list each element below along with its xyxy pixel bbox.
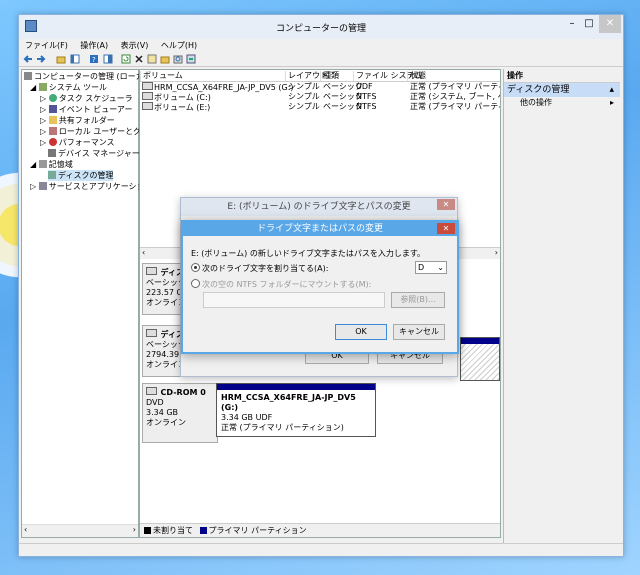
drive-letter-select[interactable]: D ⌄	[415, 261, 447, 274]
tree-root[interactable]: コンピューターの管理 (ローカル)	[24, 71, 155, 82]
col-volume[interactable]: ボリューム	[140, 71, 183, 81]
actions-pane: 操作 ディスクの管理 ▴ 他の操作 ▸	[503, 69, 620, 556]
help-icon[interactable]: ?	[89, 54, 99, 64]
volume-row[interactable]: HRM_CCSA_X64FRE_JA-JP_DV5 (G:) シンプル ベーシッ…	[140, 82, 500, 92]
partition-bar	[461, 338, 499, 344]
scroll-right-icon[interactable]: ›	[133, 525, 136, 534]
services-icon	[38, 182, 47, 190]
col-status[interactable]: 状態	[407, 71, 426, 81]
radio-selected[interactable]	[191, 263, 200, 272]
open-folder-icon[interactable]	[160, 54, 170, 64]
assign-letter-option[interactable]: 次のドライブ文字を割り当てる(A):	[191, 263, 328, 274]
tree-performance[interactable]: ▷ パフォーマンス	[40, 137, 115, 148]
menu-file[interactable]: ファイル(F)	[25, 39, 68, 52]
tree-device-manager[interactable]: デバイス マネージャー	[48, 148, 140, 159]
close-button[interactable]: ✕	[599, 15, 621, 33]
search-disk-icon[interactable]	[173, 54, 183, 64]
tools-icon	[38, 83, 47, 91]
maximize-button[interactable]: □	[581, 15, 597, 33]
users-icon	[48, 127, 57, 135]
back-arrow-icon[interactable]	[23, 54, 33, 64]
event-log-icon	[48, 105, 57, 113]
forward-arrow-icon[interactable]	[36, 54, 46, 64]
title-bar[interactable]: コンピューターの管理 – □ ✕	[19, 15, 623, 39]
properties-icon[interactable]	[147, 54, 157, 64]
cdrom-icon	[146, 387, 157, 395]
performance-icon	[48, 138, 57, 146]
partition-g[interactable]: HRM_CCSA_X64FRE_JA-JP_DV5 (G:) 3.34 GB U…	[216, 383, 376, 437]
dialog-title[interactable]: E: (ボリューム) のドライブ文字とパスの変更	[181, 198, 457, 216]
dialog-instruction: E: (ボリューム) の新しいドライブ文字またはパスを入力します。	[191, 249, 426, 258]
dialog-title[interactable]: ドライブ文字またはパスの変更	[183, 222, 457, 236]
cdrom-0-info[interactable]: CD-ROM 0 DVD 3.34 GB オンライン	[142, 383, 218, 443]
volume-icon	[142, 102, 153, 110]
tree-services-apps[interactable]: ▷ サービスとアプリケーション	[30, 181, 153, 192]
chevron-right-icon: ▸	[609, 98, 614, 107]
menu-action[interactable]: 操作(A)	[80, 39, 108, 52]
dialog-close-button[interactable]: ✕	[437, 199, 455, 210]
mount-folder-option[interactable]: 次の空の NTFS フォルダーにマウントする(M):	[191, 279, 371, 290]
console-tree: コンピューターの管理 (ローカル) ◢ システム ツール ▷ タスク スケジュー…	[21, 69, 165, 538]
radio-unselected[interactable]	[191, 279, 200, 288]
refresh-icon[interactable]	[121, 54, 131, 64]
up-folder-icon[interactable]	[56, 54, 66, 64]
scroll-left-icon[interactable]: ‹	[24, 525, 27, 534]
tree-event-viewer[interactable]: ▷ イベント ビューアー	[40, 104, 132, 115]
scroll-right-icon[interactable]: ›	[495, 248, 498, 257]
chevron-down-icon: ⌄	[437, 263, 444, 272]
folder-path-input[interactable]	[203, 292, 385, 308]
shared-folder-icon	[48, 116, 57, 124]
computer-icon	[24, 72, 32, 80]
disk-icon	[146, 329, 157, 337]
tree-horizontal-scrollbar[interactable]: ‹ ›	[22, 524, 138, 537]
disk-icon	[146, 267, 157, 275]
disk-props-icon[interactable]	[186, 54, 196, 64]
partition-e-hatched[interactable]	[460, 337, 500, 381]
menu-view[interactable]: 表示(V)	[121, 39, 149, 52]
actions-header: 操作	[504, 69, 620, 83]
unallocated-swatch	[144, 527, 151, 534]
tree-storage[interactable]: ◢ 記憶域	[30, 159, 73, 170]
disk-management-icon	[48, 171, 56, 179]
storage-icon	[38, 160, 47, 168]
menu-bar: ファイル(F) 操作(A) 表示(V) ヘルプ(H)	[19, 39, 623, 52]
status-bar	[19, 543, 623, 556]
collapse-icon[interactable]: ▴	[609, 83, 614, 97]
disk-legend: 未割り当て プライマリ パーティション	[140, 523, 500, 537]
device-manager-icon	[48, 149, 56, 157]
actions-other[interactable]: 他の操作 ▸	[504, 97, 620, 109]
delete-icon[interactable]	[134, 54, 144, 64]
volume-row[interactable]: ボリューム (C:) シンプル ベーシック NTFS 正常 (システム, ブート…	[140, 92, 500, 102]
volume-row[interactable]: ボリューム (E:) シンプル ベーシック NTFS 正常 (プライマリ パーテ…	[140, 102, 500, 112]
primary-swatch	[199, 527, 207, 534]
toolbar: ?	[19, 52, 623, 67]
scroll-left-icon[interactable]: ‹	[142, 248, 145, 257]
minimize-button[interactable]: –	[563, 15, 581, 33]
svg-text:?: ?	[92, 56, 96, 64]
tree-disk-management[interactable]: ディスクの管理	[48, 170, 114, 181]
console-tree-icon[interactable]	[70, 54, 80, 64]
tree-task-scheduler[interactable]: ▷ タスク スケジューラ	[40, 93, 133, 104]
col-type[interactable]: 種類	[320, 71, 339, 81]
ok-button[interactable]: OK	[335, 324, 387, 340]
window-title: コンピューターの管理	[275, 24, 366, 34]
show-pane-icon[interactable]	[103, 54, 113, 64]
clock-icon	[48, 94, 57, 102]
change-drive-letter-or-path-dialog: ドライブ文字またはパスの変更 ✕ E: (ボリューム) の新しいドライブ文字また…	[181, 220, 459, 354]
cancel-button[interactable]: キャンセル	[393, 324, 445, 340]
volume-icon	[142, 92, 153, 100]
dialog-close-button[interactable]: ✕	[437, 223, 455, 234]
menu-help[interactable]: ヘルプ(H)	[161, 39, 197, 52]
browse-button[interactable]: 参照(B)...	[391, 292, 445, 308]
volume-list-header: ボリューム レイアウト 種類 ファイル システム 状態	[140, 70, 500, 82]
actions-section-disk-management[interactable]: ディスクの管理 ▴	[504, 83, 620, 97]
tree-system-tools[interactable]: ◢ システム ツール	[30, 82, 107, 93]
volume-icon	[142, 82, 153, 90]
tree-shared-folders[interactable]: ▷ 共有フォルダー	[40, 115, 115, 126]
